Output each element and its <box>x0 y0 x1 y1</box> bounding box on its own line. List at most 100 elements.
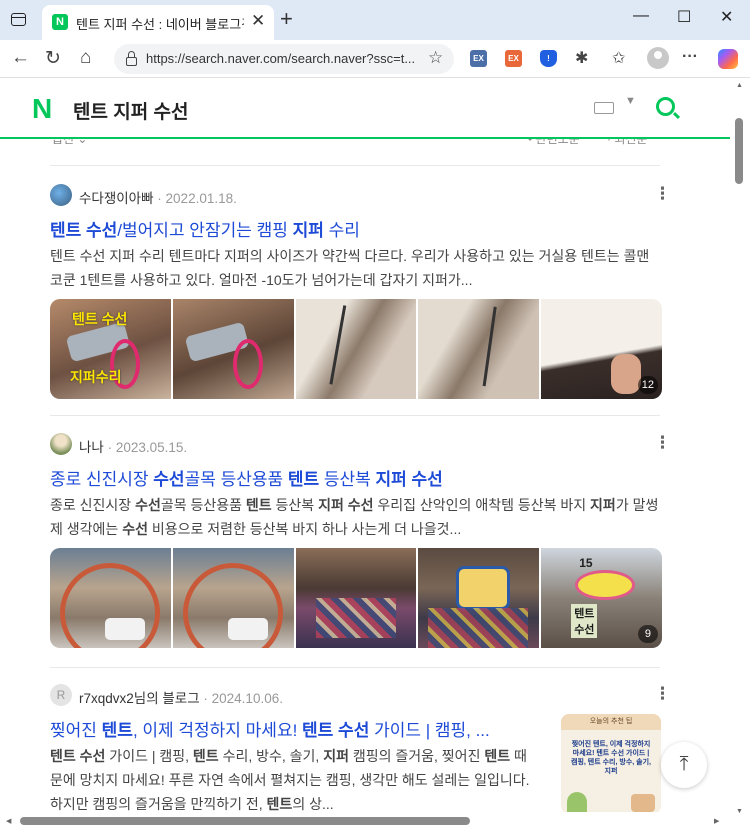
thumbnail[interactable] <box>172 299 294 399</box>
author-name[interactable]: 수다쟁이아빠 <box>79 191 154 206</box>
post-thumbnails[interactable]: 텐트 수선 지퍼수리 12 <box>50 299 662 399</box>
refresh-button[interactable]: ↻ <box>45 47 61 70</box>
highlighted-keyword: 수선 <box>122 521 148 537</box>
vertical-scroll-thumb[interactable] <box>735 118 743 184</box>
search-icon[interactable] <box>656 97 675 116</box>
text-segment: 종로 신진시장 <box>50 470 154 489</box>
side-thumbnail[interactable]: 오늘의 추천 팁 찢어진 텐트, 이제 걱정하지 마세요! 텐트 수선 가이드 … <box>561 714 661 814</box>
new-tab-button[interactable]: + <box>280 6 293 32</box>
scroll-down-arrow-icon[interactable]: ▼ <box>736 808 743 815</box>
post-date: · 2023.05.15. <box>107 440 188 455</box>
highlighted-keyword: 텐트 <box>245 497 272 513</box>
more-options-icon[interactable]: ⋮ <box>654 684 671 704</box>
more-menu-icon[interactable]: ··· <box>682 48 698 66</box>
thumbnail[interactable] <box>418 548 540 648</box>
highlighted-keyword: 지퍼 <box>323 748 349 764</box>
back-button[interactable]: ← <box>11 47 30 69</box>
post-meta: R r7xqdvx2님의 블로그 · 2024.10.06. ⋮ <box>50 684 671 708</box>
post-date: · 2024.10.06. <box>203 691 283 706</box>
scroll-right-arrow-icon[interactable]: ▶ <box>714 817 719 825</box>
author-name[interactable]: 나나 <box>79 440 104 455</box>
thumbnail[interactable]: 15 텐트 수선 9 <box>541 548 662 648</box>
text-segment: 종로 신진시장 <box>50 497 136 513</box>
chevron-down-icon[interactable]: ▼ <box>625 95 636 107</box>
highlighted-keyword: 텐트 <box>266 796 293 812</box>
avatar[interactable] <box>50 184 72 206</box>
horizontal-scroll-thumb[interactable] <box>20 817 470 825</box>
more-options-icon[interactable]: ⋮ <box>654 184 671 204</box>
scroll-to-top-button[interactable]: ⤒ <box>661 742 707 788</box>
scroll-up-arrow-icon[interactable]: ▲ <box>736 82 743 89</box>
window-close-button[interactable]: ✕ <box>720 7 733 27</box>
browser-tab[interactable]: N 텐트 지퍼 수선 : 네이버 블로그검 ✕ <box>42 5 274 40</box>
text-segment: 가이드 | 캠핑, <box>105 748 193 764</box>
maximize-button[interactable]: ☐ <box>677 7 691 27</box>
divider <box>50 415 660 416</box>
text-segment: 골목 등산용품 <box>184 470 288 489</box>
divider <box>50 667 660 668</box>
thumbnail[interactable] <box>50 548 171 648</box>
highlighted-keyword: 지퍼 <box>292 221 324 240</box>
vertical-scrollbar[interactable]: ▲ ▼ <box>730 78 750 820</box>
thumbnail[interactable] <box>295 299 417 399</box>
highlighted-keyword: 텐트 <box>484 748 511 764</box>
horizontal-scrollbar[interactable]: ◀ ▶ <box>0 812 730 832</box>
highlighted-keyword: 텐트 수선 <box>50 748 106 764</box>
browser-titlebar: N 텐트 지퍼 수선 : 네이버 블로그검 ✕ + — ☐ ✕ <box>0 0 750 40</box>
url-text[interactable]: https://search.naver.com/search.naver?ss… <box>146 51 428 66</box>
scroll-left-arrow-icon[interactable]: ◀ <box>6 817 11 825</box>
text-segment: 수리 <box>323 221 360 240</box>
text-segment: 등산복 <box>271 497 319 513</box>
post-description[interactable]: 텐트 수선 지퍼 수리 텐트마다 지퍼의 사이즈가 약간씩 다르다. 우리가 사… <box>50 244 662 292</box>
highlighted-keyword: 텐트 <box>192 748 219 764</box>
shield-extension-icon[interactable]: ! <box>540 50 557 67</box>
text-segment: 가이드 | 캠핑, ... <box>369 721 490 740</box>
avatar[interactable] <box>50 433 72 455</box>
post-title[interactable]: 찢어진 텐트, 이제 걱정하지 마세요! 텐트 수선 가이드 | 캠핑, ... <box>50 716 536 741</box>
post-title[interactable]: 텐트 수선/벌어지고 안잠기는 캠핑 지퍼 수리 <box>50 216 662 241</box>
post-thumbnails[interactable]: 15 텐트 수선 9 <box>50 548 662 648</box>
profile-avatar[interactable] <box>647 47 669 69</box>
extensions-puzzle-icon[interactable]: ✱ <box>575 48 588 68</box>
text-segment: 의 상... <box>292 796 334 812</box>
post-meta: 나나 · 2023.05.15. ⋮ <box>50 433 671 457</box>
minimize-button[interactable]: — <box>633 7 649 25</box>
favorite-star-icon[interactable]: ☆ <box>428 48 443 68</box>
thumbnail[interactable] <box>295 548 417 648</box>
copilot-icon[interactable] <box>718 49 738 69</box>
avatar[interactable]: R <box>50 684 72 706</box>
text-segment: 우리집 산악인의 애착템 등산복 바지 <box>373 497 591 513</box>
divider <box>50 165 660 166</box>
close-tab-icon[interactable]: ✕ <box>251 11 265 31</box>
address-bar[interactable]: https://search.naver.com/search.naver?ss… <box>114 44 454 74</box>
naver-favicon-icon: N <box>52 14 68 30</box>
keyboard-icon[interactable] <box>594 102 614 114</box>
thumbnail[interactable]: 12 <box>541 299 662 399</box>
thumbnail-header: 오늘의 추천 팁 <box>561 714 661 730</box>
text-segment: 비용으로 저렴한 등산복 바지 하나 사는게 더 나을것... <box>147 521 462 537</box>
post-title[interactable]: 종로 신진시장 수선골목 등산용품 텐트 등산복 지퍼 수선 <box>50 465 662 490</box>
thumbnail[interactable]: 텐트 수선 지퍼수리 <box>50 299 171 399</box>
text-segment: 수리, 방수, 솔기, <box>218 748 324 764</box>
highlighted-keyword: 수선 <box>135 497 161 513</box>
highlighted-keyword: 텐트 <box>287 470 320 489</box>
naver-logo[interactable]: N <box>32 93 52 125</box>
home-button[interactable]: ⌂ <box>80 47 91 69</box>
lock-icon[interactable] <box>126 51 137 66</box>
post-description[interactable]: 종로 신진시장 수선골목 등산용품 텐트 등산복 지퍼 수선 우리집 산악인의 … <box>50 493 662 541</box>
extension-ex-icon[interactable]: EX <box>470 50 487 67</box>
highlighted-keyword: 수선 <box>153 470 185 489</box>
post-description[interactable]: 텐트 수선 가이드 | 캠핑, 텐트 수리, 방수, 솔기, 지퍼 캠핑의 즐거… <box>50 744 536 816</box>
post-meta: 수다쟁이아빠 · 2022.01.18. ⋮ <box>50 184 671 208</box>
author-name[interactable]: r7xqdvx2님의 블로그 <box>79 691 200 706</box>
naver-search-header: N 텐트 지퍼 수선 ▼ <box>0 78 730 139</box>
thumbnail[interactable] <box>172 548 294 648</box>
more-options-icon[interactable]: ⋮ <box>654 433 671 453</box>
extension-ex2-icon[interactable]: EX <box>505 50 522 67</box>
favorites-icon[interactable]: ✩ <box>612 48 625 68</box>
text-segment: 골목 등산용품 <box>160 497 246 513</box>
thumbnail-caption: 지퍼수리 <box>70 369 122 385</box>
thumbnail[interactable] <box>418 299 540 399</box>
search-query[interactable]: 텐트 지퍼 수선 <box>73 97 188 124</box>
tab-actions-icon[interactable] <box>11 13 26 26</box>
